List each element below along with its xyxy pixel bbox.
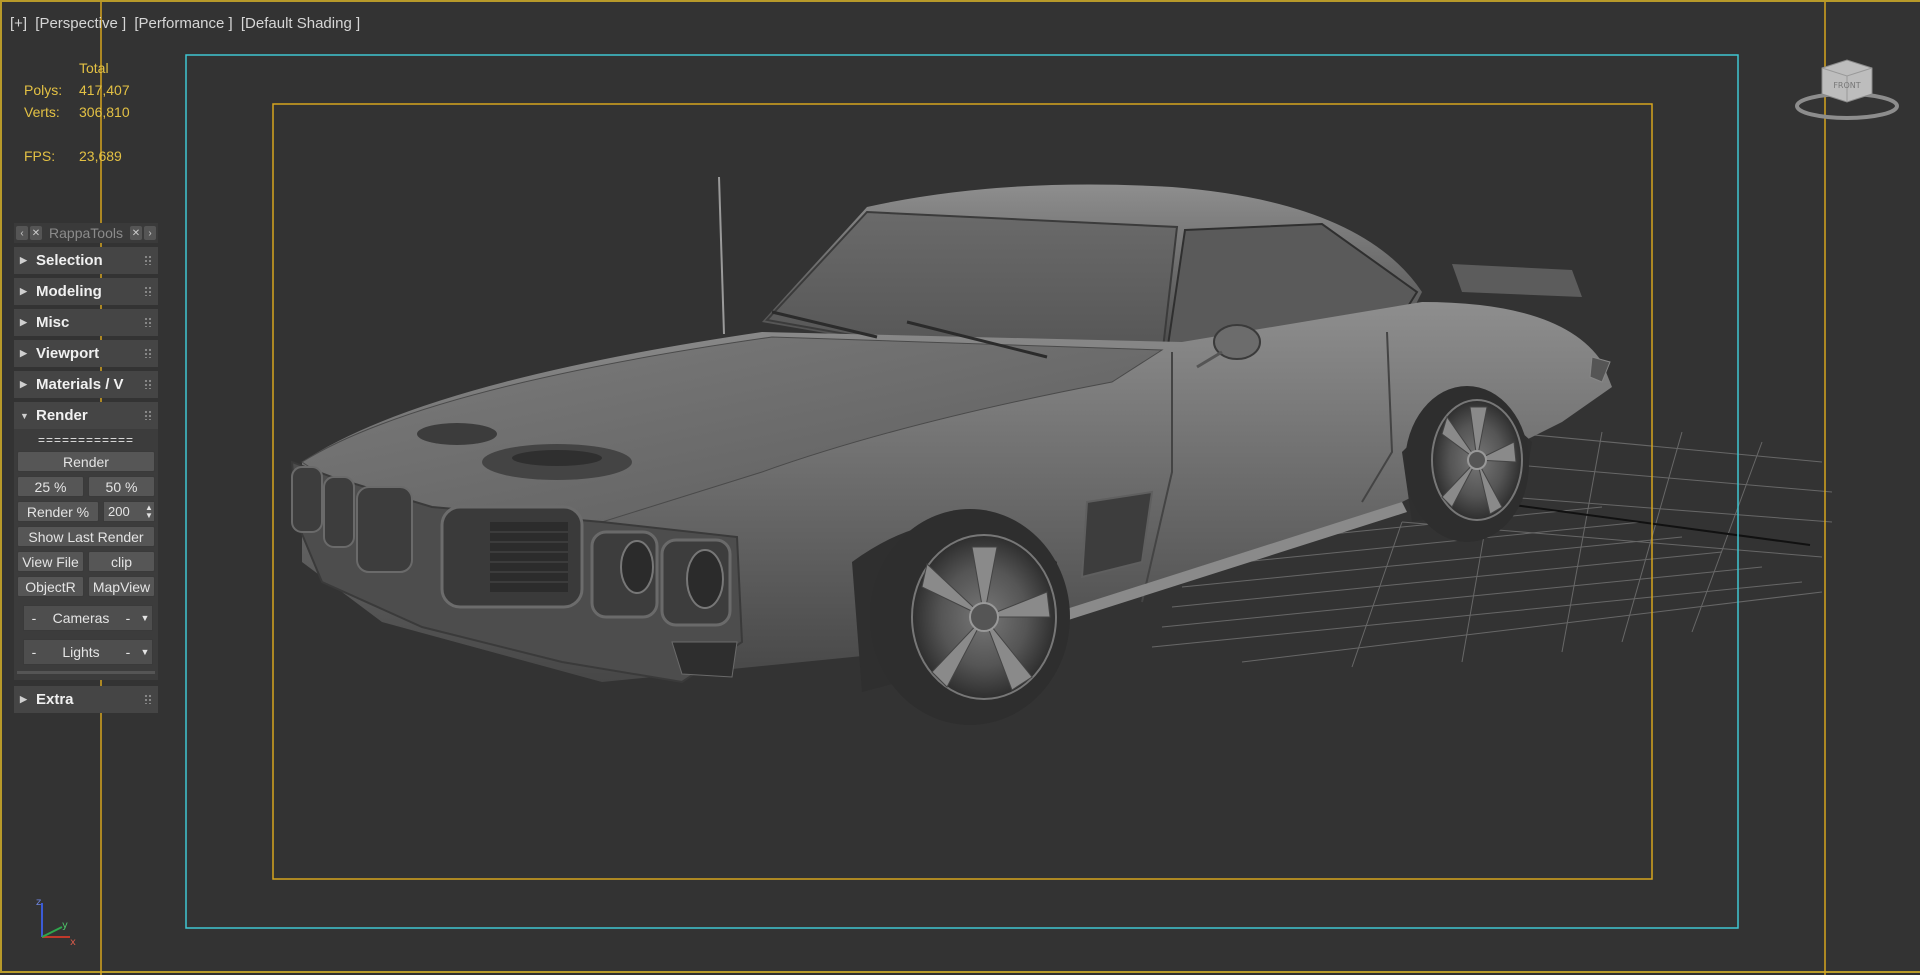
lights-dropdown[interactable]: - Lights - ▼ — [23, 639, 153, 665]
rollout-render[interactable]: ▼ Render — [14, 402, 158, 429]
expand-arrow-icon: ▶ — [20, 348, 27, 358]
mapview-button[interactable]: MapView — [88, 576, 155, 597]
collapse-right-icon[interactable]: › — [144, 226, 156, 240]
rollout-viewport[interactable]: ▶ Viewport — [14, 340, 158, 367]
viewcube-face-label: FRONT — [1833, 81, 1860, 90]
drag-grip-icon[interactable] — [144, 348, 152, 358]
spinner-arrows-icon[interactable]: ▲ ▼ — [144, 503, 154, 520]
car-antenna — [718, 176, 725, 335]
drag-grip-icon[interactable] — [144, 379, 152, 389]
cameras-dropdown[interactable]: - Cameras - ▼ — [23, 605, 153, 631]
render-percent-spinner[interactable]: 200 ▲ ▼ — [103, 501, 155, 522]
pin-icon[interactable]: ✕ — [30, 226, 42, 240]
clip-button[interactable]: clip — [88, 551, 155, 572]
stats-polys-value: 417,407 — [79, 82, 130, 98]
drag-grip-icon[interactable] — [144, 694, 152, 704]
rollout-label: Viewport — [36, 345, 100, 362]
axis-z-label: z — [36, 897, 41, 908]
expand-arrow-icon: ▶ — [20, 694, 27, 704]
rollout-label: Extra — [36, 691, 74, 708]
chevron-down-icon: ▼ — [140, 613, 150, 623]
stats-fps-label: FPS: — [24, 148, 56, 164]
rappatools-title: RappaTools — [49, 225, 123, 241]
dash-text: - — [125, 610, 131, 626]
rappatools-panel: ‹ ✕ RappaTools ✕ › ▶ Selection ▶ Modelin… — [14, 223, 158, 713]
dash-text: - — [31, 610, 37, 626]
render-percent-button[interactable]: Render % — [17, 501, 99, 522]
stats-polys-label: Polys: — [24, 82, 63, 98]
render-rollout-body: ============ Render 25 % 50 % Render % 2… — [14, 429, 158, 680]
render-25-percent-button[interactable]: 25 % — [17, 476, 84, 497]
expand-arrow-icon: ▶ — [20, 286, 27, 296]
view-file-button[interactable]: View File — [17, 551, 84, 572]
render-body-divider — [17, 671, 155, 674]
axis-y-label: y — [62, 920, 68, 931]
rollout-label: Materials / V — [36, 376, 124, 393]
rollout-materials[interactable]: ▶ Materials / V — [14, 371, 158, 398]
expand-arrow-icon: ▶ — [20, 379, 27, 389]
axis-tripod: z y x — [36, 897, 76, 948]
collapse-left-icon[interactable]: ‹ — [16, 226, 28, 240]
car-model — [290, 184, 1612, 725]
drag-grip-icon[interactable] — [144, 286, 152, 296]
viewport-shading-menu[interactable]: [Default Shading ] — [241, 15, 360, 32]
viewport-point-of-view-menu[interactable]: [Perspective ] — [35, 15, 126, 32]
stats-verts-value: 306,810 — [79, 104, 130, 120]
drag-grip-icon[interactable] — [144, 410, 152, 420]
stats-fps-value: 23,689 — [79, 148, 122, 164]
close-icon[interactable]: ✕ — [130, 226, 142, 240]
render-percent-value: 200 — [108, 504, 130, 519]
chevron-down-icon: ▼ — [140, 647, 150, 657]
collapse-arrow-icon: ▼ — [20, 410, 29, 421]
viewcube[interactable]: FRONT — [1792, 54, 1902, 124]
viewport-general-menu[interactable]: [+] — [10, 15, 27, 32]
expand-arrow-icon: ▶ — [20, 255, 27, 265]
rollout-selection[interactable]: ▶ Selection — [14, 247, 158, 274]
cameras-dropdown-label: Cameras — [52, 610, 110, 626]
object-render-button[interactable]: ObjectR — [17, 576, 84, 597]
rollout-label: Modeling — [36, 283, 102, 300]
car-3d-scene[interactable] — [2, 2, 1920, 975]
viewport-performance-menu[interactable]: [Performance ] — [134, 15, 232, 32]
drag-grip-icon[interactable] — [144, 255, 152, 265]
rollout-label: Render — [36, 407, 88, 424]
separator-text: ============ — [37, 433, 135, 447]
rollout-modeling[interactable]: ▶ Modeling — [14, 278, 158, 305]
dash-text: - — [31, 644, 37, 660]
stats-total-header: Total — [79, 60, 109, 76]
render-button[interactable]: Render — [17, 451, 155, 472]
expand-arrow-icon: ▶ — [20, 317, 27, 327]
rollout-extra[interactable]: ▶ Extra — [14, 686, 158, 713]
rollout-misc[interactable]: ▶ Misc — [14, 309, 158, 336]
rappatools-titlebar[interactable]: ‹ ✕ RappaTools ✕ › — [14, 223, 158, 243]
viewport-label-menu: [+] [Perspective ] [Performance ] [Defau… — [10, 15, 364, 32]
rollout-label: Misc — [36, 314, 70, 331]
lights-dropdown-label: Lights — [62, 644, 100, 660]
rollout-label: Selection — [36, 252, 103, 269]
axis-x-label: x — [70, 937, 76, 948]
dash-text: - — [125, 644, 131, 660]
render-50-percent-button[interactable]: 50 % — [88, 476, 155, 497]
perspective-viewport[interactable]: [+] [Perspective ] [Performance ] [Defau… — [0, 0, 1920, 975]
show-last-render-button[interactable]: Show Last Render — [17, 526, 155, 547]
stats-verts-label: Verts: — [24, 104, 60, 120]
drag-grip-icon[interactable] — [144, 317, 152, 327]
